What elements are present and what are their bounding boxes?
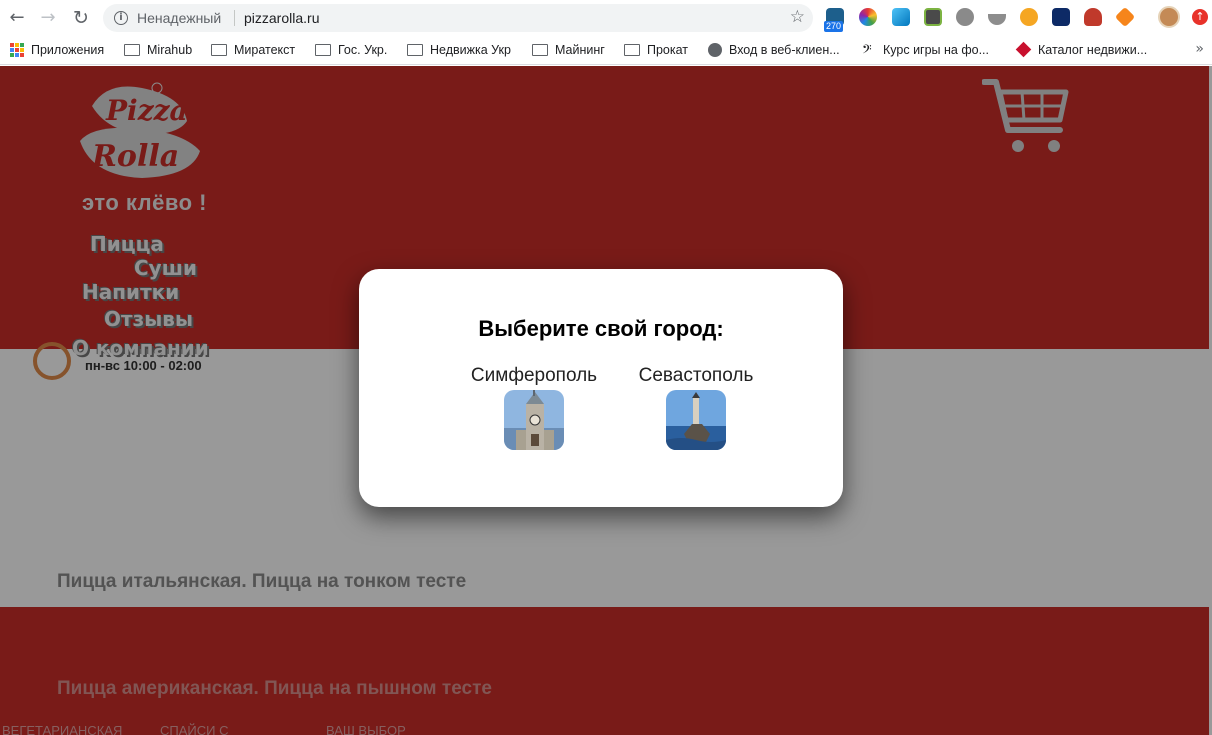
color-picker-extension-icon[interactable] bbox=[859, 8, 877, 26]
bookmark-miratekst[interactable]: Миратекст bbox=[211, 41, 295, 59]
bookmark-star-icon[interactable]: ☆ bbox=[790, 7, 805, 27]
apps-icon bbox=[10, 42, 24, 57]
city-name[interactable]: Севастополь bbox=[624, 365, 768, 387]
bookmark-nedvizhka-ukr[interactable]: Недвижка Укр bbox=[407, 41, 511, 59]
forward-arrow-icon[interactable]: → bbox=[37, 7, 59, 29]
bass-clef-icon: 𝄢 bbox=[862, 41, 872, 60]
bookmark-catalog[interactable]: Каталог недвижи... bbox=[1015, 41, 1148, 59]
profile-avatar[interactable] bbox=[1158, 6, 1180, 28]
extension-icon-4[interactable] bbox=[924, 8, 942, 26]
extension-icon-6[interactable] bbox=[988, 14, 1006, 25]
bookmark-label: Курс игры на фо... bbox=[883, 43, 989, 57]
folder-icon bbox=[532, 43, 548, 56]
reload-icon[interactable]: ↻ bbox=[70, 7, 92, 29]
bookmark-mirahub[interactable]: Mirahub bbox=[124, 41, 192, 59]
info-icon[interactable]: i bbox=[114, 11, 128, 25]
address-separator bbox=[234, 10, 235, 26]
extension-icon-5[interactable] bbox=[956, 8, 974, 26]
bookmark-gos-ukr[interactable]: Гос. Укр. bbox=[315, 41, 387, 59]
metamask-fox-icon[interactable] bbox=[1114, 6, 1136, 28]
bookmark-course[interactable]: 𝄢 Курс игры на фо... bbox=[862, 41, 989, 60]
city-option-simferopol[interactable]: Симферополь bbox=[462, 365, 606, 450]
bookmark-mayning[interactable]: Майнинг bbox=[532, 41, 605, 59]
bookmark-label: Приложения bbox=[31, 43, 105, 57]
city-select-modal: Выберите свой город: Симферополь Севасто… bbox=[359, 269, 843, 507]
folder-icon bbox=[315, 43, 331, 56]
clock-tower-photo-icon[interactable] bbox=[504, 390, 564, 450]
bookmark-label: Каталог недвижи... bbox=[1038, 43, 1148, 57]
security-label[interactable]: Ненадежный bbox=[137, 10, 221, 26]
globe-icon bbox=[708, 42, 722, 57]
monument-sea-photo-icon[interactable] bbox=[666, 390, 726, 450]
extension-badge: 270 bbox=[824, 21, 844, 32]
browser-toolbar: ← → ↻ i Ненадежный pizzarolla.ru ☆ 270 ↑ bbox=[0, 0, 1212, 36]
bookmark-label: Прокат bbox=[647, 43, 689, 57]
city-name[interactable]: Симферополь bbox=[462, 365, 606, 387]
address-bar[interactable]: i Ненадежный pizzarolla.ru ☆ bbox=[103, 4, 813, 32]
url-text[interactable]: pizzarolla.ru bbox=[244, 10, 319, 26]
bookmarks-overflow-button[interactable]: » bbox=[1195, 41, 1204, 57]
modal-title: Выберите свой город: bbox=[478, 316, 724, 341]
bookmark-web-client[interactable]: Вход в веб-клиен... bbox=[708, 41, 840, 59]
bookmark-label: Вход в веб-клиен... bbox=[729, 43, 840, 57]
bookmark-label: Миратекст bbox=[234, 43, 296, 57]
extension-icon-8[interactable] bbox=[1052, 8, 1070, 26]
diamond-icon bbox=[1015, 41, 1032, 58]
extension-icon-9[interactable] bbox=[1084, 8, 1102, 26]
folder-icon bbox=[211, 43, 227, 56]
folder-icon bbox=[124, 43, 140, 56]
folder-icon bbox=[407, 43, 423, 56]
bookmark-prokat[interactable]: Прокат bbox=[624, 41, 688, 59]
extension-icon-3[interactable] bbox=[892, 8, 910, 26]
bookmarks-bar: Приложения Mirahub Миратекст Гос. Укр. Н… bbox=[0, 36, 1212, 65]
back-arrow-icon[interactable]: ← bbox=[6, 7, 28, 29]
folder-icon bbox=[624, 43, 640, 56]
bookmark-label: Гос. Укр. bbox=[338, 43, 388, 57]
bookmark-label: Недвижка Укр bbox=[430, 43, 511, 57]
bookmark-label: Майнинг bbox=[555, 43, 605, 57]
bookmark-label: Mirahub bbox=[147, 43, 193, 57]
update-arrow-icon[interactable]: ↑ bbox=[1192, 9, 1208, 25]
bookmark-apps[interactable]: Приложения bbox=[10, 41, 104, 59]
extension-icon-7[interactable] bbox=[1020, 8, 1038, 26]
city-option-sevastopol[interactable]: Севастополь bbox=[624, 365, 768, 450]
